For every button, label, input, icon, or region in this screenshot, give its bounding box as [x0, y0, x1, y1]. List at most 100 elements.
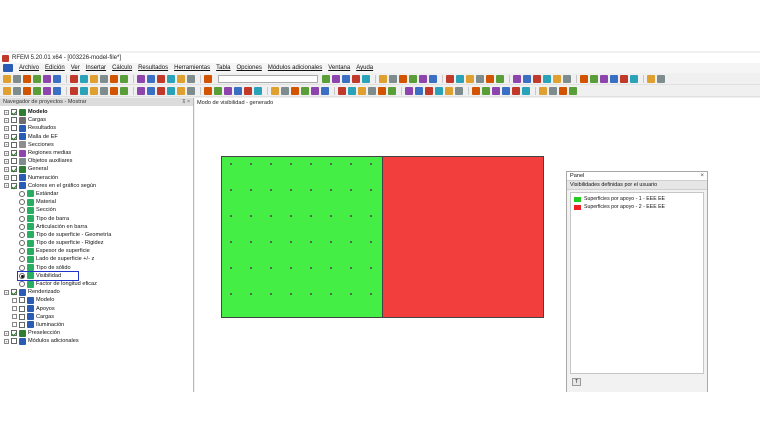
tree-checkbox[interactable]: [11, 109, 17, 116]
toolbar-button-icon[interactable]: [147, 87, 155, 95]
tree-item[interactable]: Tipo de barra: [0, 214, 193, 223]
radio-button[interactable]: [19, 256, 25, 263]
radio-button[interactable]: [19, 281, 25, 288]
toolbar-button-icon[interactable]: [3, 87, 11, 95]
radio-button[interactable]: [19, 190, 25, 197]
toolbar-button-icon[interactable]: [610, 75, 618, 83]
expand-icon[interactable]: +: [4, 166, 9, 172]
tree-item[interactable]: Material: [0, 198, 193, 206]
toolbar-button-icon[interactable]: [563, 75, 571, 83]
toolbar-button-icon[interactable]: [446, 75, 454, 83]
tree-item[interactable]: Modelo: [0, 296, 193, 304]
toolbar-button-icon[interactable]: [388, 87, 396, 95]
toolbar-button-icon[interactable]: [379, 75, 387, 83]
toolbar-button-icon[interactable]: [53, 87, 61, 95]
toolbar-button-icon[interactable]: [157, 87, 165, 95]
radio-button[interactable]: [19, 240, 25, 247]
tree-checkbox[interactable]: [11, 330, 17, 337]
toolbar-button-icon[interactable]: [43, 75, 51, 83]
surface-green[interactable]: [222, 157, 382, 317]
toolbar-button-icon[interactable]: [322, 75, 330, 83]
toolbar-button-icon[interactable]: [204, 75, 212, 83]
toolbar-button-icon[interactable]: [502, 87, 510, 95]
toolbar-button-icon[interactable]: [569, 87, 577, 95]
toolbar-button-icon[interactable]: [332, 75, 340, 83]
toolbar-button-icon[interactable]: [455, 87, 463, 95]
expand-icon[interactable]: +: [4, 158, 9, 164]
tree-checkbox[interactable]: [11, 133, 17, 140]
toolbar-button-icon[interactable]: [33, 87, 41, 95]
tree-item[interactable]: Estándar: [0, 190, 193, 198]
toolbar-button-icon[interactable]: [23, 87, 31, 95]
toolbar-button-icon[interactable]: [647, 75, 655, 83]
panel-text-button[interactable]: T: [572, 378, 581, 386]
tree-item[interactable]: Lado de superficie +/- z: [0, 255, 193, 263]
tree-item[interactable]: Articulación en barra: [0, 223, 193, 231]
expand-icon[interactable]: [12, 297, 17, 303]
toolbar-button-icon[interactable]: [523, 75, 531, 83]
tree-item[interactable]: Tipo de superficie - Rigidez: [0, 239, 193, 247]
toolbar-button-icon[interactable]: [435, 87, 443, 95]
tree-item[interactable]: + Numeración: [0, 174, 193, 182]
tree-item[interactable]: + General: [0, 165, 193, 173]
toolbar-button-icon[interactable]: [620, 75, 628, 83]
tree-checkbox[interactable]: [11, 174, 17, 181]
toolbar-button-icon[interactable]: [389, 75, 397, 83]
toolbar-button-icon[interactable]: [362, 75, 370, 83]
tree-item[interactable]: Espesor de superficie: [0, 247, 193, 255]
surface-red[interactable]: [382, 157, 543, 317]
toolbar-button-icon[interactable]: [405, 87, 413, 95]
expand-icon[interactable]: +: [4, 117, 9, 123]
tree-checkbox[interactable]: [11, 338, 17, 345]
toolbar-button-icon[interactable]: [70, 87, 78, 95]
toolbar-button-icon[interactable]: [338, 87, 346, 95]
toolbar-button-icon[interactable]: [378, 87, 386, 95]
menu-ver[interactable]: Ver: [68, 65, 83, 71]
tree-item[interactable]: + Malla de EF: [0, 133, 193, 141]
tree-checkbox[interactable]: [19, 297, 25, 304]
tree-item[interactable]: Iluminación: [0, 321, 193, 329]
tree-checkbox[interactable]: [11, 125, 17, 132]
pin-close-icon[interactable]: ⊼ ×: [182, 99, 190, 105]
toolbar-button-icon[interactable]: [70, 75, 78, 83]
radio-button[interactable]: [19, 264, 25, 271]
expand-icon[interactable]: [12, 306, 17, 312]
tree-checkbox[interactable]: [19, 313, 25, 320]
toolbar-button-icon[interactable]: [580, 75, 588, 83]
toolbar-button-icon[interactable]: [13, 87, 21, 95]
toolbar-button-icon[interactable]: [137, 87, 145, 95]
radio-button[interactable]: [19, 199, 25, 206]
expand-icon[interactable]: +: [4, 183, 9, 189]
toolbar-button-icon[interactable]: [543, 75, 551, 83]
toolbar-button-icon[interactable]: [553, 75, 561, 83]
tree-item[interactable]: + Preselección: [0, 329, 193, 337]
expand-icon[interactable]: +: [4, 142, 9, 148]
toolbar-button-icon[interactable]: [214, 87, 222, 95]
expand-icon[interactable]: [12, 314, 17, 320]
toolbar-button-icon[interactable]: [352, 75, 360, 83]
menu-tabla[interactable]: Tabla: [213, 65, 233, 71]
toolbar-button-icon[interactable]: [496, 75, 504, 83]
expand-icon[interactable]: +: [4, 134, 9, 140]
toolbar-button-icon[interactable]: [244, 87, 252, 95]
toolbar-button-icon[interactable]: [301, 87, 309, 95]
toolbar-button-icon[interactable]: [157, 75, 165, 83]
toolbar-button-icon[interactable]: [445, 87, 453, 95]
tree-item[interactable]: Factor de longitud eficaz: [0, 280, 193, 288]
toolbar-button-icon[interactable]: [120, 75, 128, 83]
toolbar-button-icon[interactable]: [425, 87, 433, 95]
toolbar-button-icon[interactable]: [33, 75, 41, 83]
toolbar-button-icon[interactable]: [187, 87, 195, 95]
expand-icon[interactable]: +: [4, 150, 9, 156]
tree-item[interactable]: + Cargas: [0, 116, 193, 124]
menu-insertar[interactable]: Insertar: [83, 65, 109, 71]
toolbar-button-icon[interactable]: [342, 75, 350, 83]
toolbar-dropdown[interactable]: [218, 75, 318, 83]
expand-icon[interactable]: +: [4, 109, 9, 115]
toolbar-button-icon[interactable]: [419, 75, 427, 83]
tree-checkbox[interactable]: [11, 289, 17, 296]
menu-resultados[interactable]: Resultados: [135, 65, 171, 71]
tree-item[interactable]: Tipo de sólido: [0, 264, 193, 272]
close-icon[interactable]: ×: [700, 173, 704, 179]
menu-modulos-adicionales[interactable]: Módulos adicionales: [265, 65, 325, 71]
